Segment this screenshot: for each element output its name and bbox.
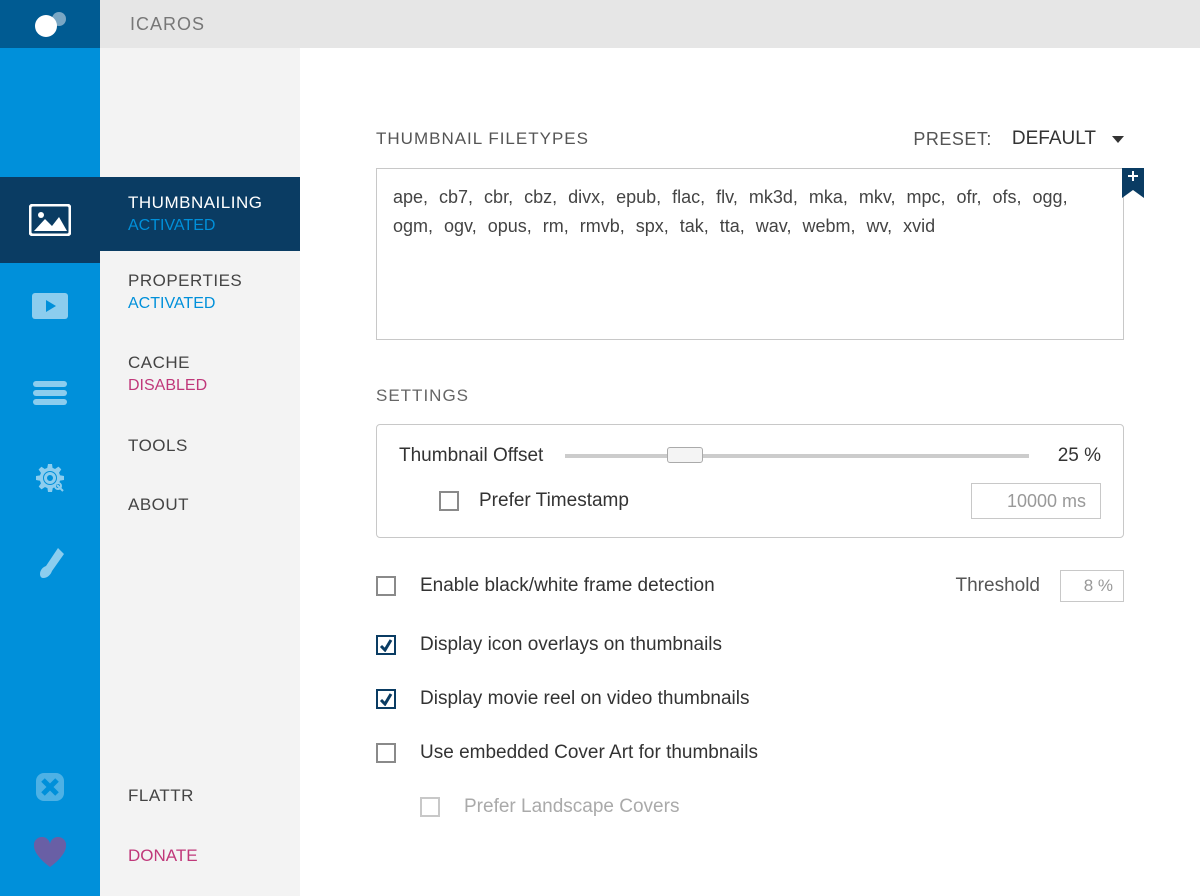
chevron-down-icon: [1112, 136, 1124, 143]
landscape-covers-label: Prefer Landscape Covers: [464, 796, 679, 818]
row-bw-detection: Enable black/white frame detection Thres…: [376, 570, 1124, 602]
bw-detection-label: Enable black/white frame detection: [420, 575, 715, 597]
nav-item-title: CACHE: [128, 351, 272, 375]
nav-item-title: THUMBNAILING: [128, 191, 272, 215]
offset-row: Thumbnail Offset 25 %: [399, 445, 1101, 467]
gear-icon: [31, 459, 69, 497]
nav-item-donate[interactable]: DONATE: [100, 826, 300, 886]
preset-dropdown[interactable]: DEFAULT: [1012, 128, 1124, 150]
cover-art-label: Use embedded Cover Art for thumbnails: [420, 742, 758, 764]
brush-icon: [30, 544, 70, 584]
movie-reel-checkbox[interactable]: [376, 689, 396, 709]
nav-item-title: DONATE: [128, 844, 272, 868]
rail-item-about[interactable]: [0, 521, 100, 607]
threshold-input[interactable]: 8 %: [1060, 570, 1124, 602]
landscape-covers-checkbox[interactable]: [420, 797, 440, 817]
nav-item-properties[interactable]: PROPERTIES ACTIVATED: [100, 251, 300, 333]
rail-item-tools[interactable]: [0, 435, 100, 521]
bw-detection-checkbox[interactable]: [376, 576, 396, 596]
flattr-icon: [33, 770, 67, 804]
offset-slider[interactable]: [565, 449, 1029, 463]
slider-thumb[interactable]: [667, 447, 703, 463]
filetypes-textbox[interactable]: ape, cb7, cbr, cbz, divx, epub, flac, fl…: [376, 168, 1124, 340]
nav-item-tools[interactable]: TOOLS: [100, 416, 300, 476]
nav-item-thumbnailing[interactable]: THUMBNAILING ACTIVATED: [100, 177, 300, 251]
offset-value: 25 %: [1051, 445, 1101, 467]
rail-item-properties[interactable]: [0, 263, 100, 349]
timestamp-value: 10000 ms: [1007, 491, 1086, 512]
picture-icon: [29, 204, 71, 236]
content-area: THUMBNAIL FILETYPES PRESET: DEFAULT ape,…: [300, 48, 1200, 896]
nav-item-title: FLATTR: [128, 784, 272, 808]
play-icon: [30, 290, 70, 322]
preset-wrap: PRESET: DEFAULT: [913, 128, 1124, 150]
logo-box: [0, 0, 100, 48]
filetypes-label: THUMBNAIL FILETYPES: [376, 129, 589, 149]
timestamp-input[interactable]: 10000 ms: [971, 483, 1101, 519]
nav-item-about[interactable]: ABOUT: [100, 475, 300, 535]
check-icon: [379, 692, 393, 706]
nav-item-title: PROPERTIES: [128, 269, 272, 293]
icon-overlays-label: Display icon overlays on thumbnails: [420, 634, 722, 656]
title-bar: ICAROS: [0, 0, 1200, 48]
icon-overlays-checkbox[interactable]: [376, 635, 396, 655]
nav-item-cache[interactable]: CACHE DISABLED: [100, 333, 300, 415]
movie-reel-label: Display movie reel on video thumbnails: [420, 688, 750, 710]
filetypes-text: ape, cb7, cbr, cbz, divx, epub, flac, fl…: [393, 187, 1068, 236]
prefer-timestamp-label: Prefer Timestamp: [479, 490, 629, 512]
nav-item-flattr[interactable]: FLATTR: [100, 766, 300, 826]
rail-item-donate[interactable]: [0, 820, 100, 886]
rail-item-thumbnailing[interactable]: [0, 177, 100, 263]
rail-item-cache[interactable]: [0, 349, 100, 435]
row-movie-reel: Display movie reel on video thumbnails: [376, 688, 1124, 710]
row-icon-overlays: Display icon overlays on thumbnails: [376, 634, 1124, 656]
row-cover-art: Use embedded Cover Art for thumbnails: [376, 742, 1124, 764]
nav-item-title: ABOUT: [128, 493, 272, 517]
app-title: ICAROS: [130, 14, 205, 35]
rail-item-flattr[interactable]: [0, 754, 100, 820]
slider-track: [565, 454, 1029, 458]
bookmark-icon[interactable]: [1122, 168, 1144, 198]
settings-label: SETTINGS: [376, 386, 1124, 406]
offset-label: Thumbnail Offset: [399, 445, 543, 467]
heart-icon: [32, 837, 68, 869]
nav-item-title: TOOLS: [128, 434, 272, 458]
logo-icon: [28, 9, 72, 39]
nav-item-status: ACTIVATED: [128, 293, 272, 315]
timestamp-row: Prefer Timestamp 10000 ms: [399, 483, 1101, 519]
threshold-value: 8 %: [1084, 576, 1113, 596]
stack-icon: [29, 377, 71, 407]
nav-item-status: DISABLED: [128, 375, 272, 397]
row-landscape-covers: Prefer Landscape Covers: [376, 796, 1124, 818]
preset-label: PRESET:: [913, 129, 992, 150]
threshold-wrap: Threshold 8 %: [956, 570, 1125, 602]
nav-panel: THUMBNAILING ACTIVATED PROPERTIES ACTIVA…: [100, 48, 300, 896]
check-icon: [379, 638, 393, 652]
nav-item-status: ACTIVATED: [128, 215, 272, 237]
cover-art-checkbox[interactable]: [376, 743, 396, 763]
offset-box: Thumbnail Offset 25 % Prefer Timestamp 1…: [376, 424, 1124, 538]
preset-value: DEFAULT: [1012, 128, 1096, 150]
prefer-timestamp-checkbox[interactable]: [439, 491, 459, 511]
icon-rail: [0, 48, 100, 896]
filetypes-header: THUMBNAIL FILETYPES PRESET: DEFAULT: [376, 128, 1124, 150]
threshold-label: Threshold: [956, 575, 1041, 597]
